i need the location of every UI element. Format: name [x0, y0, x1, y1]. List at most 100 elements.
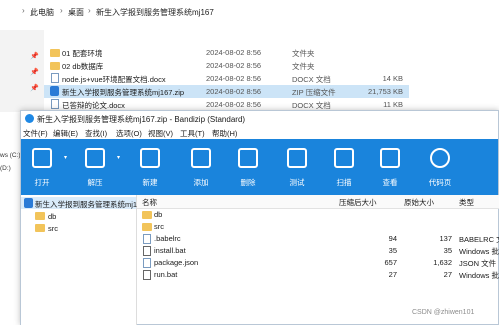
file-type: Windows 批处理 [459, 247, 499, 256]
compressed-size: 657 [384, 258, 397, 267]
menu-options[interactable]: 选项(O) [116, 128, 142, 139]
bandizip-logo-icon [25, 114, 34, 123]
menu-help[interactable]: 帮助(H) [212, 128, 237, 139]
new-archive-button[interactable]: 新建 [131, 139, 169, 195]
file-row[interactable]: run.bat 27 27 Windows 批处理 [137, 269, 499, 281]
file-name: run.bat [154, 270, 178, 279]
menu-file[interactable]: 文件(F) [23, 128, 48, 139]
chevron-right-icon: › [88, 6, 91, 15]
file-type: 文件夹 [292, 62, 315, 71]
file-row[interactable]: db [137, 209, 499, 221]
file-name: package.json [154, 258, 199, 267]
explorer-row[interactable]: 01 配套环境 2024-08-02 8:56 文件夹 [44, 46, 409, 59]
file-type: JSON 文件 [459, 259, 497, 268]
chevron-down-icon[interactable]: ▾ [64, 154, 67, 161]
file-row[interactable]: package.json 657 1,632 JSON 文件 [137, 257, 499, 269]
file-type: ZIP 压缩文件 [292, 88, 336, 97]
explorer-row[interactable]: node.js+vue环境配置文档.docx 2024-08-02 8:56 D… [44, 72, 409, 85]
explorer-row[interactable]: 02 db数据库 2024-08-02 8:56 文件夹 [44, 59, 409, 72]
pin-icon: 📌 [30, 69, 39, 76]
file-name: src [154, 222, 164, 231]
extract-button[interactable]: ▾ 解压 [76, 139, 120, 195]
view-button[interactable]: 查看 [371, 139, 409, 195]
pin-icon: 📌 [30, 53, 39, 60]
col-type[interactable]: 类型 [459, 197, 474, 208]
codepage-label: 代码页 [428, 178, 452, 187]
word-doc-icon [51, 99, 59, 109]
test-icon [287, 148, 307, 168]
folder-icon [35, 212, 45, 220]
explorer-row-selected[interactable]: 新生入学报到服务管理系统mj167.zip 2024-08-02 8:56 ZI… [44, 85, 409, 98]
original-size: 27 [443, 270, 452, 279]
file-icon [143, 258, 151, 268]
file-size: 14 KB [382, 74, 403, 83]
file-name: db [154, 210, 163, 219]
chevron-right-icon: › [60, 6, 63, 15]
folder-icon [142, 211, 152, 219]
test-button[interactable]: 测试 [278, 139, 316, 195]
file-date: 2024-08-02 8:56 [206, 100, 262, 109]
chevron-right-icon: › [22, 6, 25, 15]
add-button[interactable]: 添加 [182, 139, 220, 195]
delete-button[interactable]: 删除 [229, 139, 267, 195]
col-original[interactable]: 原始大小 [404, 197, 434, 208]
file-list-header: 名称 压缩后大小 原始大小 类型 [137, 195, 499, 209]
file-size: 21,753 KB [367, 87, 403, 96]
menu-find[interactable]: 查找(I) [85, 128, 107, 139]
original-size: 35 [443, 246, 452, 255]
menu-view[interactable]: 视图(V) [148, 128, 173, 139]
explorer-nav-pane: 📌 📌 📌 [0, 30, 44, 112]
col-compressed[interactable]: 压缩后大小 [339, 197, 377, 208]
drive-label[interactable]: (D:) [0, 165, 11, 172]
menu-bar: 文件(F) 编辑(E) 查找(I) 选项(O) 视图(V) 工具(T) 帮助(H… [21, 126, 498, 139]
breadcrumb-item[interactable]: 新生入学报到服务管理系统mj167 [96, 7, 214, 18]
menu-tools[interactable]: 工具(T) [180, 128, 205, 139]
word-doc-icon [51, 73, 59, 83]
file-size: 11 KB [383, 100, 403, 109]
folder-icon [50, 62, 60, 70]
folder-icon [35, 224, 45, 232]
menu-edit[interactable]: 编辑(E) [53, 128, 78, 139]
tree-root[interactable]: 新生入学报到服务管理系统mj16 [21, 197, 141, 209]
chevron-down-icon[interactable]: ▾ [117, 154, 120, 161]
scan-button[interactable]: 扫描 [325, 139, 363, 195]
scan-icon [334, 148, 354, 168]
original-size: 1,632 [433, 258, 452, 267]
file-date: 2024-08-02 8:56 [206, 74, 262, 83]
open-icon [32, 148, 52, 168]
add-label: 添加 [193, 178, 209, 187]
view-icon [380, 148, 400, 168]
codepage-button[interactable]: 代码页 [421, 139, 459, 195]
file-type: Windows 批处理 [459, 271, 499, 280]
new-archive-icon [140, 148, 160, 168]
file-date: 2024-08-02 8:56 [206, 48, 262, 57]
tree-label: src [48, 224, 58, 233]
drive-label[interactable]: ws (C:) [0, 152, 21, 159]
file-date: 2024-08-02 8:56 [206, 61, 262, 70]
delete-label: 删除 [240, 178, 256, 187]
tree-item[interactable]: db [21, 210, 136, 222]
file-row[interactable]: install.bat 35 35 Windows 批处理 [137, 245, 499, 257]
file-type: DOCX 文档 [292, 75, 331, 84]
zip-icon [24, 198, 33, 208]
folder-icon [50, 49, 60, 57]
file-name: .babelrc [154, 234, 181, 243]
codepage-icon [430, 148, 450, 168]
open-button[interactable]: ▾ 打开 [23, 139, 67, 195]
breadcrumb-item[interactable]: 此电脑 [30, 7, 54, 18]
breadcrumb-item[interactable]: 桌面 [68, 7, 84, 18]
folder-icon [142, 223, 152, 231]
test-label: 测试 [289, 178, 305, 187]
file-name: node.js+vue环境配置文档.docx [62, 75, 166, 84]
bat-file-icon [143, 246, 151, 256]
tree-item[interactable]: src [21, 222, 136, 234]
compressed-size: 27 [388, 270, 397, 279]
file-row[interactable]: .babelrc 94 137 BABELRC 文件 [137, 233, 499, 245]
open-label: 打开 [34, 178, 50, 187]
file-name: 新生入学报到服务管理系统mj167.zip [62, 88, 185, 97]
col-name[interactable]: 名称 [142, 197, 157, 208]
file-row[interactable]: src [137, 221, 499, 233]
pin-icon: 📌 [30, 85, 39, 92]
file-date: 2024-08-02 8:56 [206, 87, 262, 96]
bandizip-window: 新生入学报到服务管理系统mj167.zip - Bandizip (Standa… [20, 110, 499, 325]
